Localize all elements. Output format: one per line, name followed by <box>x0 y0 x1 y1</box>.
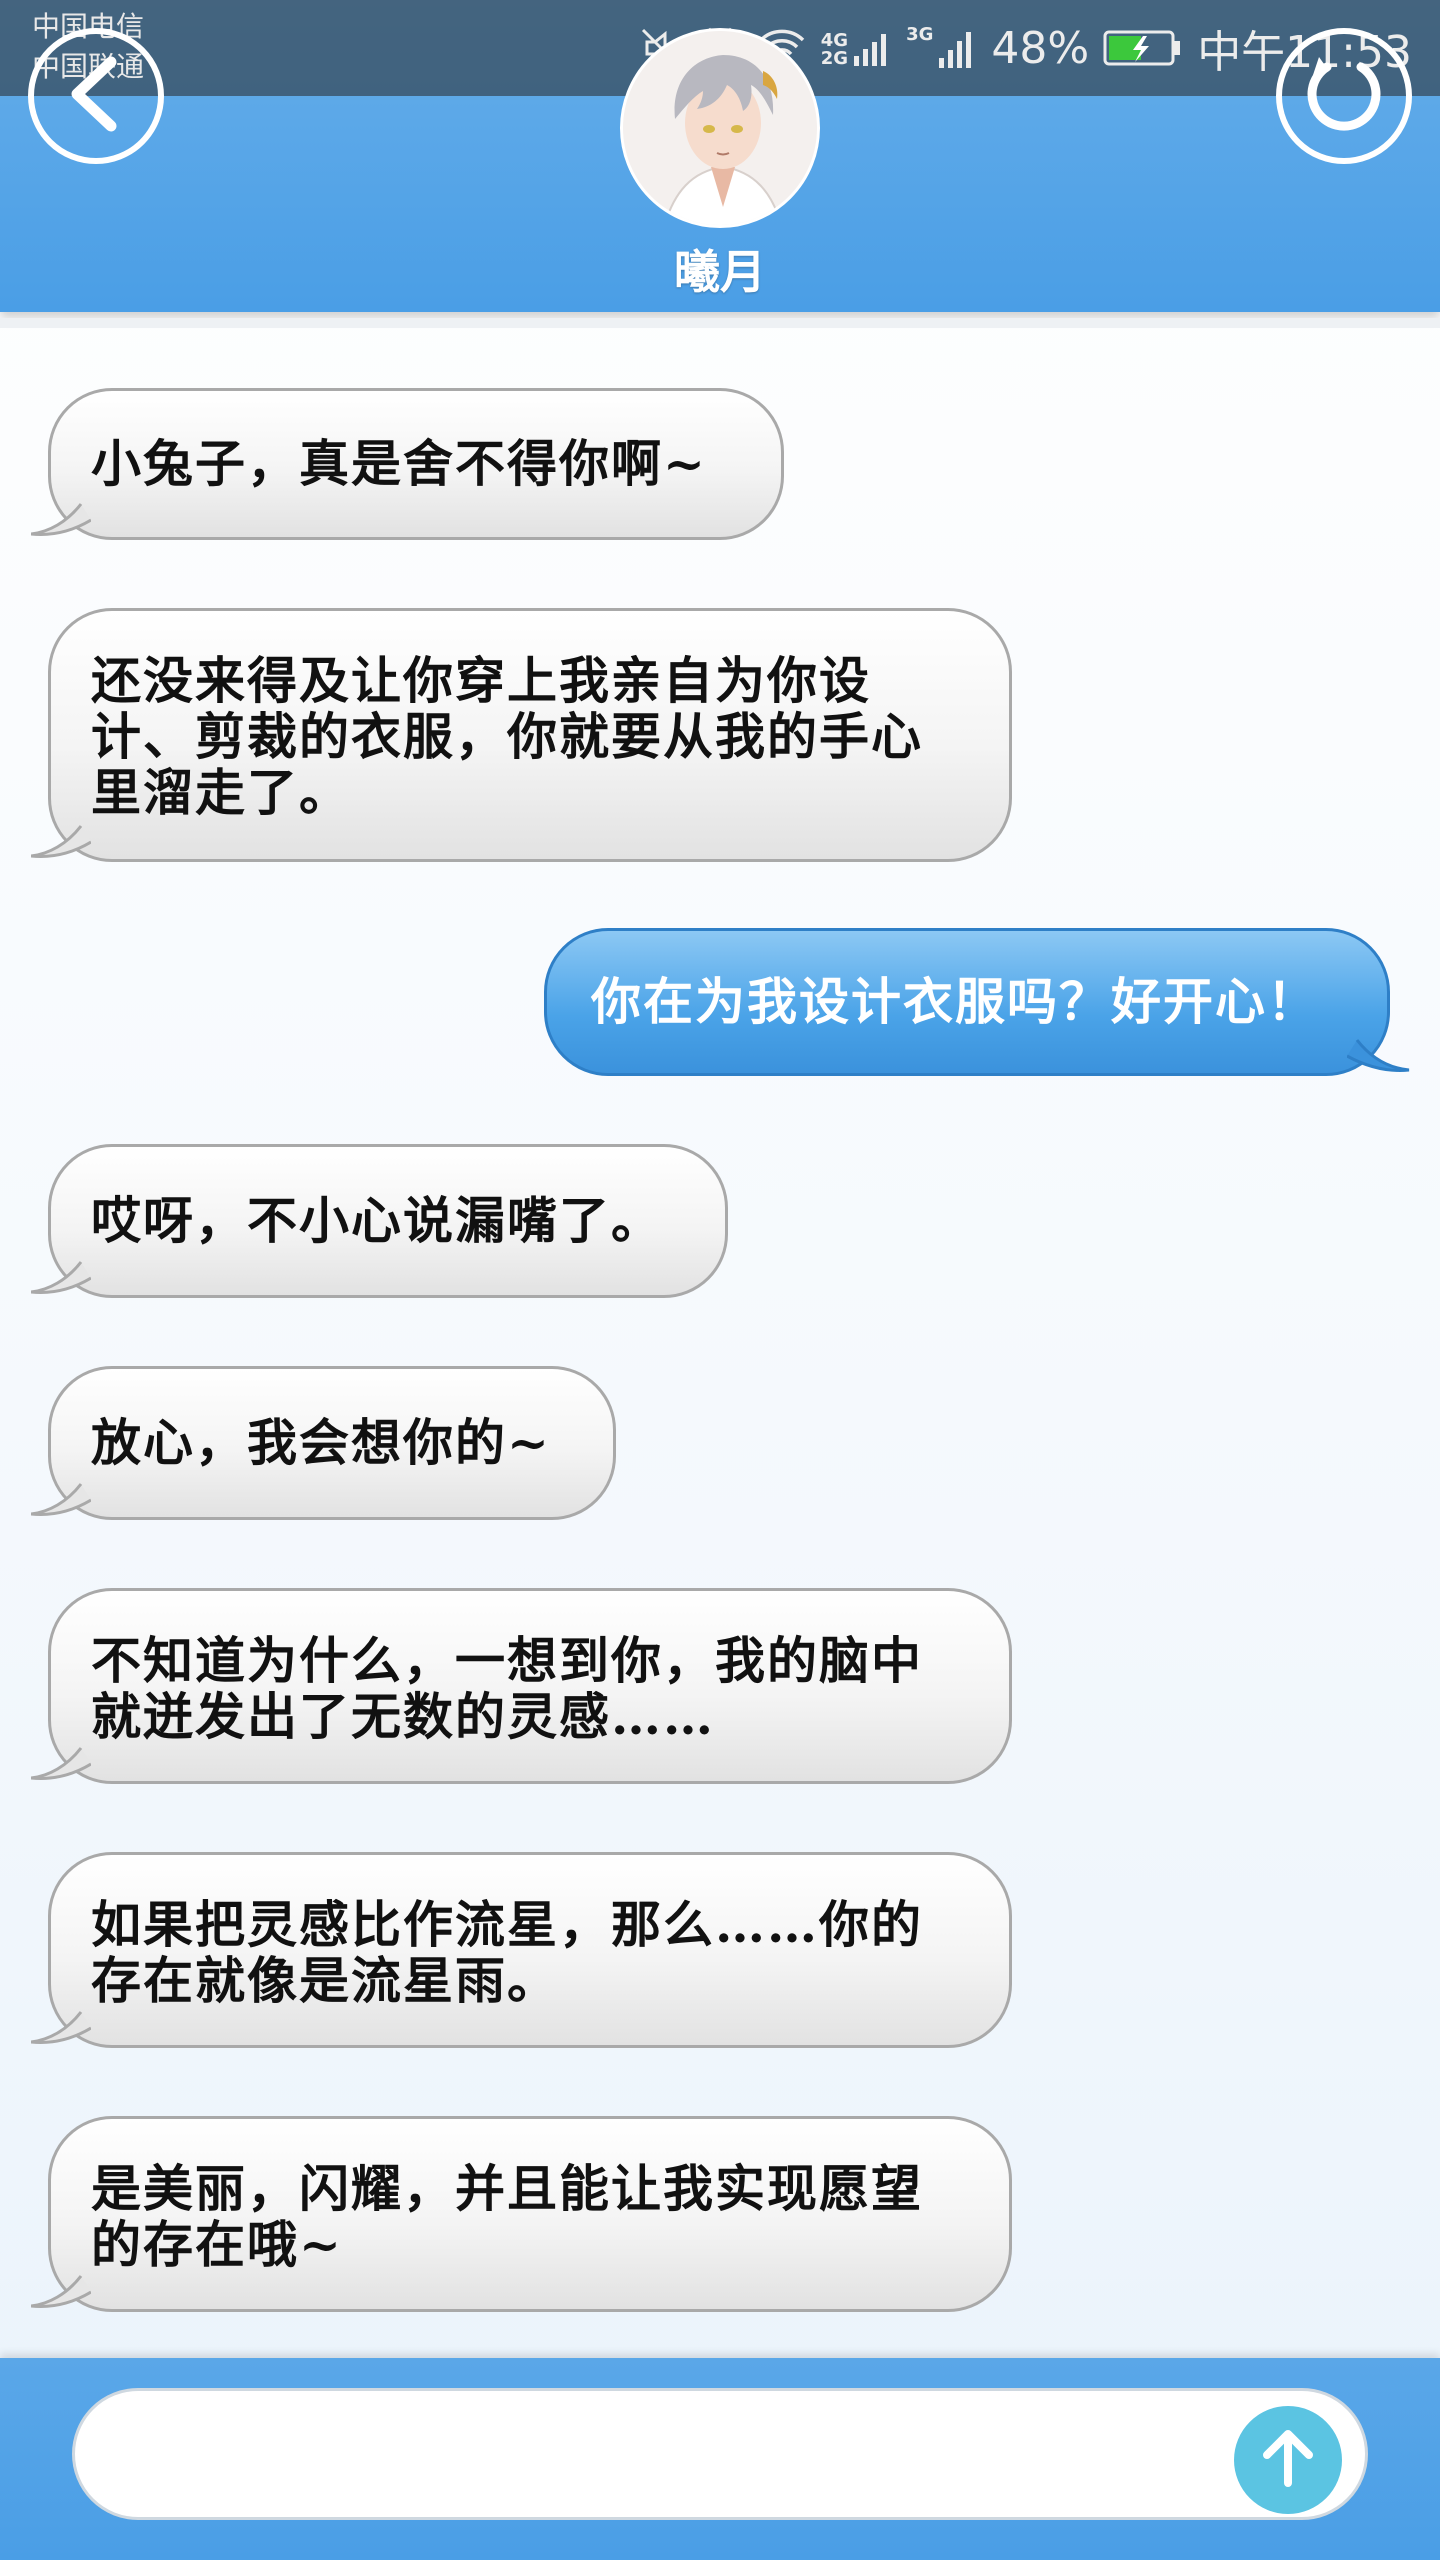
message-bubble-incoming: 不知道为什么，一想到你，我的脑中 就迸发出了无数的灵感…… <box>31 1588 1012 1784</box>
message-text: 小兔子，真是舍不得你啊~ <box>91 434 707 493</box>
message-line: 是美丽，闪耀，并且能让我实现愿望 <box>91 2159 923 2218</box>
chevron-left-icon <box>61 54 131 138</box>
battery-percent: 48% <box>991 22 1090 74</box>
message-text: 哎呀，不小心说漏嘴了。 <box>91 1191 663 1250</box>
message-bubble-outgoing: 你在为我设计衣服吗？好开心！ <box>544 928 1410 1076</box>
message-line: 里溜走了。 <box>91 763 351 822</box>
message-line: 计、剪裁的衣服，你就要从我的手心 <box>91 707 923 766</box>
message-bubble-incoming: 小兔子，真是舍不得你啊~ <box>31 388 784 540</box>
avatar-portrait <box>623 31 817 225</box>
contact-avatar[interactable] <box>620 28 820 228</box>
signal-1-icon <box>854 34 887 66</box>
network-2-label: 3G <box>906 24 934 45</box>
bubble-tail <box>1347 1039 1410 1072</box>
message-line: 就迸发出了无数的灵感…… <box>91 1687 715 1746</box>
bubble-tail <box>31 1261 91 1294</box>
message-bubble-incoming: 放心，我会想你的~ <box>31 1366 616 1520</box>
network-2-indicator: 3G <box>906 26 977 70</box>
battery-icon <box>1103 28 1183 68</box>
bubble-tail <box>31 1747 91 1780</box>
message-bubble-incoming: 哎呀，不小心说漏嘴了。 <box>31 1144 728 1298</box>
network-1b-label: 2G <box>820 48 849 69</box>
bubble-tail <box>31 825 91 858</box>
network-1-indicator: 4G 2G <box>821 28 892 68</box>
message-line: 的存在哦~ <box>91 2215 343 2274</box>
bubble-tail <box>31 2011 91 2044</box>
signal-2-icon <box>939 32 972 68</box>
message-text: 放心，我会想你的~ <box>91 1413 551 1472</box>
input-bar <box>0 2358 1440 2560</box>
header-divider <box>0 318 1440 328</box>
bubble-tail <box>31 1483 91 1516</box>
message-text: 你在为我设计衣服吗？好开心！ <box>591 972 1319 1031</box>
message-line: 不知道为什么，一想到你，我的脑中 <box>91 1631 923 1690</box>
back-button[interactable] <box>28 28 164 164</box>
message-line: 存在就像是流星雨。 <box>91 1951 559 2010</box>
chat-header: 中国电信 中国联通 4G 2G 3G 48% 中午11:53 曦月 <box>0 0 1440 312</box>
message-bubble-incoming: 还没来得及让你穿上我亲自为你设 计、剪裁的衣服，你就要从我的手心 里溜走了。 <box>31 608 1012 862</box>
message-line: 如果把灵感比作流星，那么……你的 <box>91 1895 923 1954</box>
contact-name: 曦月 <box>674 245 766 299</box>
arrow-up-icon <box>1253 2423 1323 2497</box>
message-bubble-incoming: 如果把灵感比作流星，那么……你的 存在就像是流星雨。 <box>31 1852 1012 2048</box>
refresh-icon <box>1299 49 1389 143</box>
send-button[interactable] <box>1234 2406 1342 2514</box>
refresh-button[interactable] <box>1276 28 1412 164</box>
bubble-tail <box>31 503 91 536</box>
bubble-tail <box>31 2275 91 2308</box>
message-line: 还没来得及让你穿上我亲自为你设 <box>91 651 871 710</box>
message-input[interactable] <box>72 2388 1368 2520</box>
message-bubble-incoming: 是美丽，闪耀，并且能让我实现愿望 的存在哦~ <box>31 2116 1012 2312</box>
